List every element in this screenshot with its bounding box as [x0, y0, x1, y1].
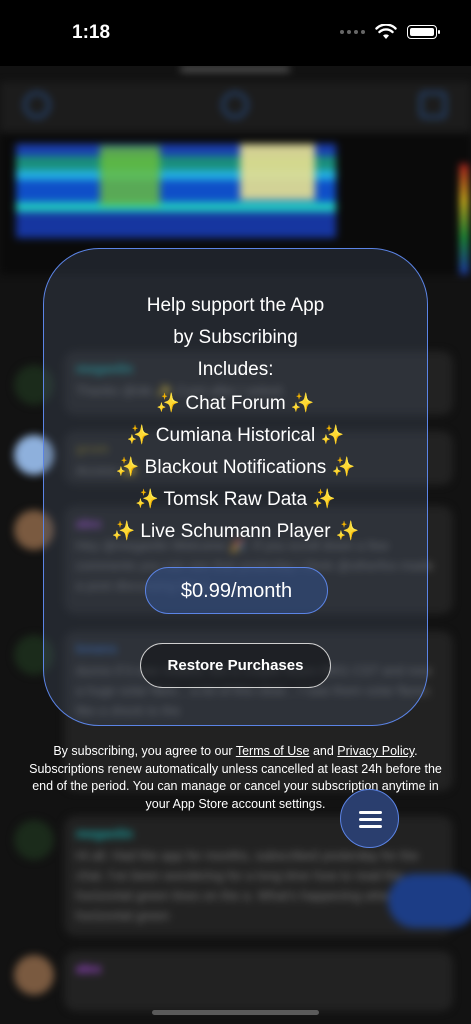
feature-item: ✨ Chat Forum ✨ [156, 393, 315, 414]
status-time: 1:18 [72, 22, 111, 43]
includes-label: Includes: [197, 359, 274, 380]
card-subheadline: by Subscribing [173, 327, 298, 348]
home-indicator [152, 1010, 319, 1015]
legal-prefix: By subscribing, you agree to our [53, 744, 236, 758]
refresh-icon[interactable] [222, 92, 248, 118]
signal-dots-icon [340, 30, 365, 34]
terms-of-use-link[interactable]: Terms of Use [236, 744, 310, 758]
card-headline: Help support the App [146, 295, 325, 316]
subscription-card: Help support the App by Subscribing Incl… [43, 248, 428, 726]
feature-item: ✨ Blackout Notifications ✨ [115, 457, 356, 478]
menu-button[interactable] [340, 789, 399, 848]
chat-bubble: alex [64, 951, 453, 1011]
gear-icon[interactable] [24, 92, 50, 118]
chat-text: Hi all. Had the app for months, subscrib… [76, 848, 441, 923]
chat-author: alex [76, 961, 102, 976]
menu-icon [359, 811, 382, 814]
restore-purchases-button[interactable]: Restore Purchases [140, 643, 331, 688]
feature-item: ✨ Live Schumann Player ✨ [111, 521, 360, 542]
status-bar: 1:18 [0, 0, 471, 66]
avatar [14, 955, 54, 995]
image-icon[interactable] [420, 92, 446, 118]
feature-item: ✨ Tomsk Raw Data ✨ [134, 489, 337, 510]
toolbar [0, 82, 471, 132]
menu-icon-line [359, 825, 382, 828]
feature-item: ✨ Cumiana Historical ✨ [126, 425, 345, 446]
sheet-handle [180, 66, 290, 72]
battery-icon [407, 25, 440, 39]
subscribe-button[interactable]: $0.99/month [145, 567, 328, 614]
avatar [14, 820, 54, 860]
legal-and: and [309, 744, 338, 758]
status-icons [340, 24, 440, 40]
privacy-policy-link[interactable]: Privacy Policy [337, 744, 414, 758]
background-fab [388, 874, 471, 928]
menu-icon-line [359, 818, 382, 821]
wifi-icon [375, 24, 397, 39]
chat-author: meganlin [76, 826, 134, 841]
